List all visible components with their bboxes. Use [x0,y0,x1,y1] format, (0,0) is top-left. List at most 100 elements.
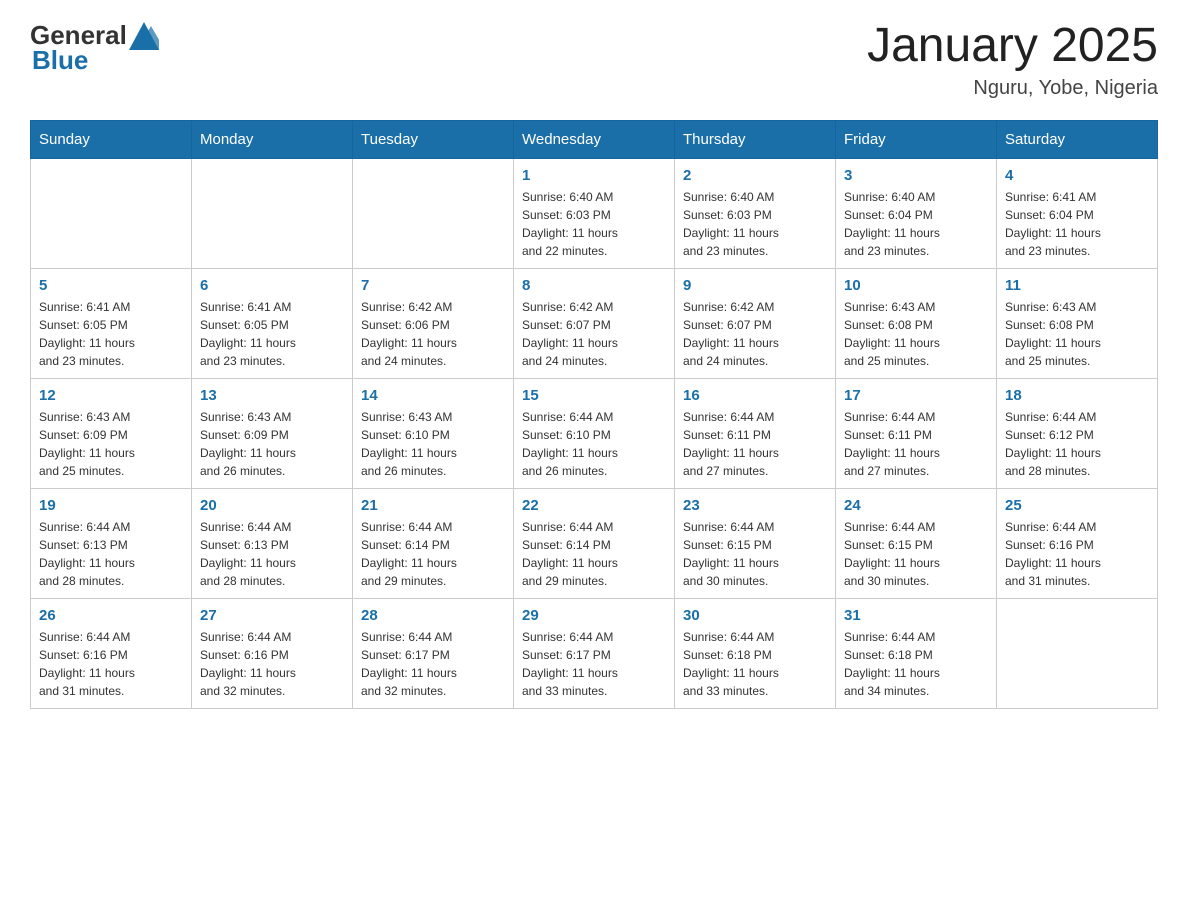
calendar-cell: 25Sunrise: 6:44 AM Sunset: 6:16 PM Dayli… [997,488,1158,598]
calendar-cell: 7 Sunrise: 6:42 AM Sunset: 6:06 PM Daylig… [353,268,514,378]
day-number: 7 [361,277,505,294]
day-info: Sunrise: 6:44 AM Sunset: 6:15 PM Dayligh… [683,518,827,590]
day-number: 15 [522,387,666,404]
page-header: General Blue January 2025 Nguru, Yobe, N… [30,20,1158,100]
day-number: 10 [844,277,988,294]
day-number: 17 [844,387,988,404]
calendar-cell: 28 Sunrise: 6:44 AM Sunset: 6:17 PM Dayli… [353,598,514,708]
day-info: Sunrise: 6:43 AM Sunset: 6:10 PM Dayligh… [361,408,505,480]
day-number: 21 [361,497,505,514]
calendar-cell [192,158,353,268]
calendar-cell: 23 Sunrise: 6:44 AM Sunset: 6:15 PM Dayli… [675,488,836,598]
calendar-cell: 29 Sunrise: 6:44 AM Sunset: 6:17 PM Dayli… [514,598,675,708]
calendar-week-row: 26 Sunrise: 6:44 AM Sunset: 6:16 PM Dayli… [31,598,1158,708]
weekday-header-wednesday: Wednesday [514,120,675,158]
calendar-cell: 5Sunrise: 6:41 AM Sunset: 6:05 PM Daylig… [31,268,192,378]
calendar-week-row: 19 Sunrise: 6:44 AM Sunset: 6:13 PM Dayli… [31,488,1158,598]
day-number: 27 [200,607,344,624]
day-number: 9 [683,277,827,294]
calendar-cell: 4 Sunrise: 6:41 AM Sunset: 6:04 PM Daylig… [997,158,1158,268]
day-info: Sunrise: 6:40 AM Sunset: 6:04 PM Dayligh… [844,188,988,260]
day-info: Sunrise: 6:44 AM Sunset: 6:13 PM Dayligh… [39,518,183,590]
day-number: 25 [1005,497,1149,514]
day-number: 3 [844,167,988,184]
calendar-cell: 22 Sunrise: 6:44 AM Sunset: 6:14 PM Dayli… [514,488,675,598]
day-number: 5 [39,277,183,294]
day-info: Sunrise: 6:44 AM Sunset: 6:11 PM Dayligh… [683,408,827,480]
calendar-cell: 30 Sunrise: 6:44 AM Sunset: 6:18 PM Dayli… [675,598,836,708]
day-info: Sunrise: 6:44 AM Sunset: 6:13 PM Dayligh… [200,518,344,590]
calendar-week-row: 5 Sunrise: 6:41 AM Sunset: 6:05 PM Daylig… [31,268,1158,378]
day-info: Sunrise: 6:44 AM Sunset: 6:14 PM Dayligh… [361,518,505,590]
day-info: Sunrise: 6:44 AM Sunset: 6:11 PM Dayligh… [844,408,988,480]
calendar-subtitle: Nguru, Yobe, Nigeria [867,77,1158,100]
day-number: 29 [522,607,666,624]
day-info: Sunrise: 6:43 AM Sunset: 6:09 PM Dayligh… [39,408,183,480]
day-info: Sunrise: 6:40 AM Sunset: 6:03 PM Dayligh… [683,188,827,260]
day-number: 31 [844,607,988,624]
calendar-title: January 2025 [867,20,1158,73]
day-number: 26 [39,607,183,624]
day-info: Sunrise: 6:44 AM Sunset: 6:17 PM Dayligh… [361,628,505,700]
calendar-cell: 8 Sunrise: 6:42 AM Sunset: 6:07 PM Daylig… [514,268,675,378]
calendar-cell: 12Sunrise: 6:43 AM Sunset: 6:09 PM Dayli… [31,378,192,488]
day-info: Sunrise: 6:44 AM Sunset: 6:16 PM Dayligh… [200,628,344,700]
day-info: Sunrise: 6:43 AM Sunset: 6:09 PM Dayligh… [200,408,344,480]
calendar-cell: 15 Sunrise: 6:44 AM Sunset: 6:10 PM Dayli… [514,378,675,488]
calendar-cell: 9 Sunrise: 6:42 AM Sunset: 6:07 PM Daylig… [675,268,836,378]
day-number: 14 [361,387,505,404]
calendar-week-row: 1Sunrise: 6:40 AM Sunset: 6:03 PM Daylig… [31,158,1158,268]
day-number: 23 [683,497,827,514]
day-number: 4 [1005,167,1149,184]
day-info: Sunrise: 6:40 AM Sunset: 6:03 PM Dayligh… [522,188,666,260]
calendar-table: SundayMondayTuesdayWednesdayThursdayFrid… [30,120,1158,709]
day-number: 11 [1005,277,1149,294]
calendar-cell: 31Sunrise: 6:44 AM Sunset: 6:18 PM Dayli… [836,598,997,708]
calendar-cell: 27 Sunrise: 6:44 AM Sunset: 6:16 PM Dayli… [192,598,353,708]
calendar-cell: 11 Sunrise: 6:43 AM Sunset: 6:08 PM Dayli… [997,268,1158,378]
weekday-header-friday: Friday [836,120,997,158]
calendar-cell: 1Sunrise: 6:40 AM Sunset: 6:03 PM Daylig… [514,158,675,268]
calendar-cell: 10 Sunrise: 6:43 AM Sunset: 6:08 PM Dayli… [836,268,997,378]
day-info: Sunrise: 6:42 AM Sunset: 6:06 PM Dayligh… [361,298,505,370]
calendar-cell: 2Sunrise: 6:40 AM Sunset: 6:03 PM Daylig… [675,158,836,268]
day-info: Sunrise: 6:44 AM Sunset: 6:10 PM Dayligh… [522,408,666,480]
day-number: 28 [361,607,505,624]
logo-blue: Blue [32,45,88,76]
day-info: Sunrise: 6:43 AM Sunset: 6:08 PM Dayligh… [1005,298,1149,370]
calendar-cell: 14 Sunrise: 6:43 AM Sunset: 6:10 PM Dayli… [353,378,514,488]
calendar-week-row: 12Sunrise: 6:43 AM Sunset: 6:09 PM Dayli… [31,378,1158,488]
calendar-cell: 17 Sunrise: 6:44 AM Sunset: 6:11 PM Dayli… [836,378,997,488]
calendar-cell: 3 Sunrise: 6:40 AM Sunset: 6:04 PM Daylig… [836,158,997,268]
day-info: Sunrise: 6:44 AM Sunset: 6:17 PM Dayligh… [522,628,666,700]
day-info: Sunrise: 6:42 AM Sunset: 6:07 PM Dayligh… [522,298,666,370]
calendar-cell [997,598,1158,708]
calendar-cell: 26 Sunrise: 6:44 AM Sunset: 6:16 PM Dayli… [31,598,192,708]
day-number: 30 [683,607,827,624]
day-info: Sunrise: 6:44 AM Sunset: 6:14 PM Dayligh… [522,518,666,590]
calendar-cell [31,158,192,268]
weekday-header-tuesday: Tuesday [353,120,514,158]
day-info: Sunrise: 6:44 AM Sunset: 6:15 PM Dayligh… [844,518,988,590]
day-info: Sunrise: 6:42 AM Sunset: 6:07 PM Dayligh… [683,298,827,370]
weekday-header-monday: Monday [192,120,353,158]
day-number: 20 [200,497,344,514]
day-info: Sunrise: 6:41 AM Sunset: 6:04 PM Dayligh… [1005,188,1149,260]
calendar-cell: 18Sunrise: 6:44 AM Sunset: 6:12 PM Dayli… [997,378,1158,488]
day-info: Sunrise: 6:41 AM Sunset: 6:05 PM Dayligh… [200,298,344,370]
day-info: Sunrise: 6:44 AM Sunset: 6:16 PM Dayligh… [39,628,183,700]
weekday-header-thursday: Thursday [675,120,836,158]
day-number: 6 [200,277,344,294]
weekday-header-sunday: Sunday [31,120,192,158]
weekday-header-row: SundayMondayTuesdayWednesdayThursdayFrid… [31,120,1158,158]
day-info: Sunrise: 6:44 AM Sunset: 6:18 PM Dayligh… [683,628,827,700]
day-info: Sunrise: 6:43 AM Sunset: 6:08 PM Dayligh… [844,298,988,370]
day-number: 22 [522,497,666,514]
weekday-header-saturday: Saturday [997,120,1158,158]
calendar-cell: 6 Sunrise: 6:41 AM Sunset: 6:05 PM Daylig… [192,268,353,378]
title-block: January 2025 Nguru, Yobe, Nigeria [867,20,1158,100]
day-number: 19 [39,497,183,514]
day-number: 24 [844,497,988,514]
day-number: 8 [522,277,666,294]
calendar-cell: 21 Sunrise: 6:44 AM Sunset: 6:14 PM Dayli… [353,488,514,598]
